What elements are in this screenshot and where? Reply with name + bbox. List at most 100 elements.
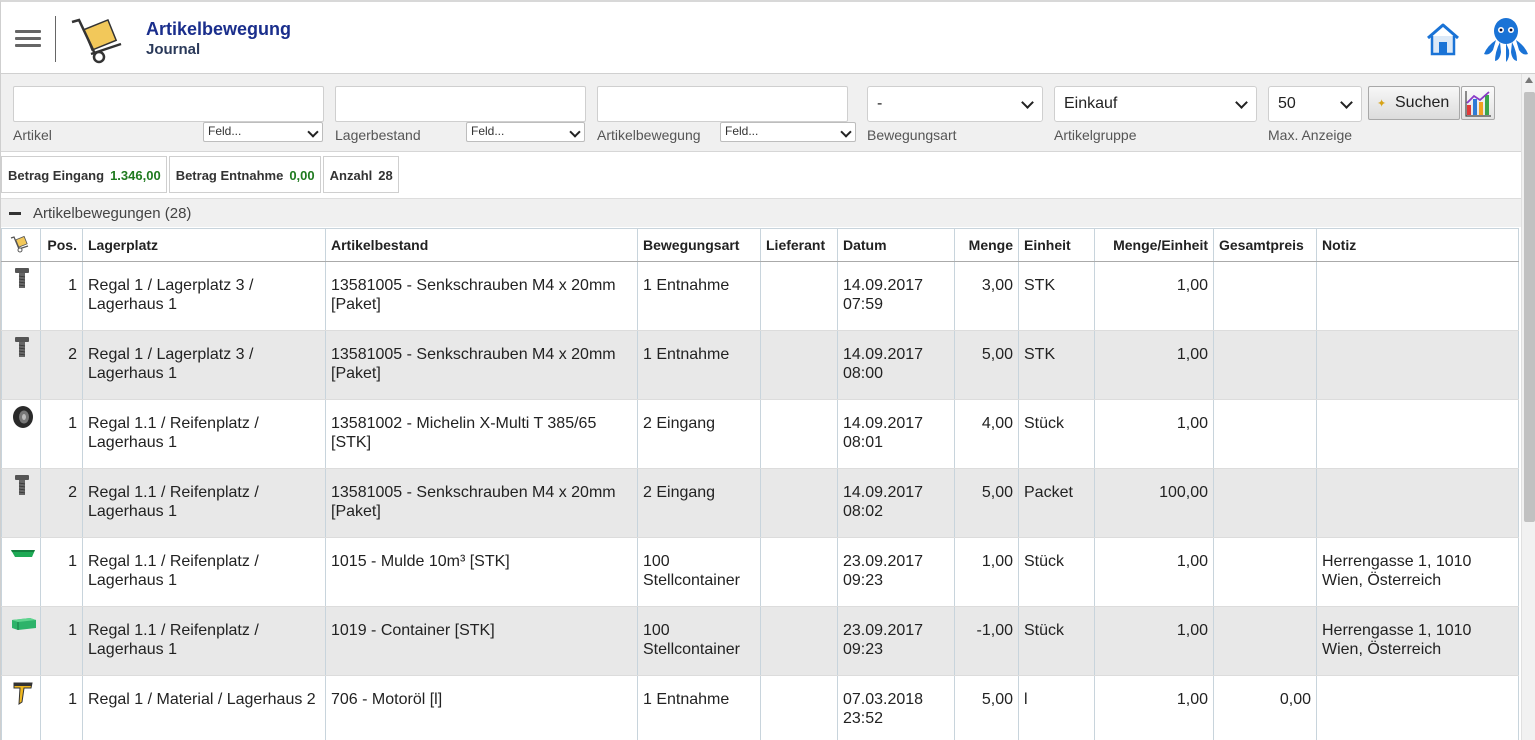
- cell-menge: 1,00: [954, 537, 1019, 607]
- column-header-gesamtpreis[interactable]: Gesamtpreis: [1213, 228, 1317, 262]
- cell-notiz: [1316, 330, 1519, 400]
- column-header-lagerplatz[interactable]: Lagerplatz: [82, 228, 326, 262]
- cell-menge: -1,00: [954, 606, 1019, 676]
- cell-notiz: Herrengasse 1, 1010 Wien, Österreich: [1316, 606, 1519, 676]
- cell-notiz: [1316, 675, 1519, 740]
- cell-einheit: STK: [1018, 330, 1095, 400]
- cell-menge: 5,00: [954, 330, 1019, 400]
- cell-notiz: [1316, 468, 1519, 538]
- cell-datum: 14.09.2017 08:00: [837, 330, 955, 400]
- column-header-menge[interactable]: Menge: [954, 228, 1019, 262]
- vertical-scrollbar[interactable]: [1521, 74, 1535, 740]
- collapse-icon[interactable]: [9, 212, 21, 215]
- artikel-search-input[interactable]: [13, 86, 324, 122]
- group-label: Artikelbewegungen (28): [33, 205, 192, 222]
- row-icon-cell: [1, 537, 41, 607]
- cell-lagerplatz: Regal 1 / Material / Lagerhaus 2: [82, 675, 326, 740]
- table-row[interactable]: 1 Regal 1.1 / Reifenplatz / Lagerhaus 1 10…: [1, 537, 1519, 607]
- summary-eingang: Betrag Eingang 1.346,00: [1, 156, 167, 193]
- column-header-notiz[interactable]: Notiz: [1316, 228, 1519, 262]
- artikelgruppe-label: Artikelgruppe: [1054, 127, 1137, 143]
- cell-einheit: l: [1018, 675, 1095, 740]
- header-divider: [55, 16, 56, 62]
- cell-menge-einheit: 1,00: [1094, 330, 1214, 400]
- cell-datum: 14.09.2017 07:59: [837, 261, 955, 331]
- cell-lagerplatz: Regal 1.1 / Reifenplatz / Lagerhaus 1: [82, 399, 326, 469]
- tire-icon: [10, 404, 36, 430]
- table-row[interactable]: 2 Regal 1.1 / Reifenplatz / Lagerhaus 1 13…: [1, 468, 1519, 538]
- artikel-field-select[interactable]: Feld...: [203, 122, 323, 142]
- container-icon: [10, 611, 36, 637]
- group-header[interactable]: Artikelbewegungen (28): [1, 198, 1521, 227]
- table-row[interactable]: 1 Regal 1.1 / Reifenplatz / Lagerhaus 1 13…: [1, 399, 1519, 469]
- column-header-menge-einheit[interactable]: Menge/Einheit: [1094, 228, 1214, 262]
- oil-icon: [10, 680, 36, 706]
- cell-menge-einheit: 1,00: [1094, 399, 1214, 469]
- anzahl-value: 28: [378, 168, 393, 183]
- cell-gesamtpreis: [1213, 330, 1317, 400]
- column-header-pos[interactable]: Pos.: [40, 228, 83, 262]
- scroll-up-arrow[interactable]: [1525, 77, 1533, 83]
- column-header-bewegungsart[interactable]: Bewegungsart: [637, 228, 761, 262]
- table-row[interactable]: 1 Regal 1.1 / Reifenplatz / Lagerhaus 1 10…: [1, 606, 1519, 676]
- cell-lieferant: [760, 330, 838, 400]
- max-anzeige-label: Max. Anzeige: [1268, 127, 1353, 143]
- column-header-artikelbestand[interactable]: Artikelbestand: [325, 228, 638, 262]
- lagerbestand-search-input[interactable]: [335, 86, 586, 122]
- row-icon-cell: [1, 330, 41, 400]
- movements-table: Pos. Lagerplatz Artikelbestand Bewegungs…: [1, 228, 1519, 740]
- lagerbestand-field-select[interactable]: Feld...: [466, 122, 585, 142]
- summary-anzahl: Anzahl 28: [322, 156, 399, 193]
- cell-gesamtpreis: [1213, 399, 1317, 469]
- cell-artikelbestand: 13581005 - Senkschrauben M4 x 20mm [Pake…: [325, 330, 638, 400]
- octopus-icon[interactable]: [1481, 16, 1531, 64]
- max-anzeige-select[interactable]: 50: [1268, 86, 1362, 122]
- cell-lagerplatz: Regal 1.1 / Reifenplatz / Lagerhaus 1: [82, 537, 326, 607]
- cell-datum: 14.09.2017 08:01: [837, 399, 955, 469]
- column-header-einheit[interactable]: Einheit: [1018, 228, 1095, 262]
- sparkle-icon: ✦: [1377, 98, 1387, 110]
- cell-pos: 1: [40, 606, 83, 676]
- search-button[interactable]: ✦ Suchen: [1368, 86, 1460, 120]
- cell-lagerplatz: Regal 1.1 / Reifenplatz / Lagerhaus 1: [82, 468, 326, 538]
- cell-gesamtpreis: [1213, 468, 1317, 538]
- cell-bewegungsart: 1 Entnahme: [637, 675, 761, 740]
- page-subtitle: Journal: [146, 41, 201, 58]
- cell-lagerplatz: Regal 1 / Lagerplatz 3 / Lagerhaus 1: [82, 330, 326, 400]
- cell-lagerplatz: Regal 1 / Lagerplatz 3 / Lagerhaus 1: [82, 261, 326, 331]
- cell-artikelbestand: 13581005 - Senkschrauben M4 x 20mm [Pake…: [325, 261, 638, 331]
- column-header-lieferant[interactable]: Lieferant: [760, 228, 838, 262]
- cell-pos: 1: [40, 675, 83, 740]
- cell-menge-einheit: 1,00: [1094, 537, 1214, 607]
- scrollbar-thumb[interactable]: [1524, 92, 1535, 522]
- menu-icon[interactable]: [15, 30, 41, 50]
- cell-menge-einheit: 100,00: [1094, 468, 1214, 538]
- column-header-datum[interactable]: Datum: [837, 228, 955, 262]
- artikelbewegung-label: Artikelbewegung: [597, 127, 701, 143]
- cell-artikelbestand: 13581005 - Senkschrauben M4 x 20mm [Pake…: [325, 468, 638, 538]
- cell-menge: 5,00: [954, 468, 1019, 538]
- cell-artikelbestand: 1015 - Mulde 10m³ [STK]: [325, 537, 638, 607]
- artikelgruppe-select[interactable]: Einkauf: [1054, 86, 1257, 122]
- lagerbestand-label: Lagerbestand: [335, 127, 421, 143]
- cell-einheit: STK: [1018, 261, 1095, 331]
- cell-menge-einheit: 1,00: [1094, 675, 1214, 740]
- artikelbewegung-field-select[interactable]: Feld...: [720, 122, 856, 142]
- column-header-icon: [1, 228, 41, 262]
- cell-bewegungsart: 2 Eingang: [637, 399, 761, 469]
- cell-menge: 4,00: [954, 399, 1019, 469]
- cell-notiz: Herrengasse 1, 1010 Wien, Österreich: [1316, 537, 1519, 607]
- chart-button[interactable]: [1461, 86, 1495, 120]
- bewegungsart-select[interactable]: -: [867, 86, 1043, 122]
- cell-notiz: [1316, 261, 1519, 331]
- cell-menge: 3,00: [954, 261, 1019, 331]
- home-icon[interactable]: [1425, 21, 1461, 57]
- table-row[interactable]: 1 Regal 1 / Material / Lagerhaus 2 706 - M…: [1, 675, 1519, 740]
- cell-einheit: Stück: [1018, 399, 1095, 469]
- cell-gesamtpreis: [1213, 606, 1317, 676]
- table-row[interactable]: 1 Regal 1 / Lagerplatz 3 / Lagerhaus 1 135…: [1, 261, 1519, 331]
- cell-lieferant: [760, 537, 838, 607]
- summary-entnahme: Betrag Entnahme 0,00: [168, 156, 321, 193]
- table-row[interactable]: 2 Regal 1 / Lagerplatz 3 / Lagerhaus 1 135…: [1, 330, 1519, 400]
- artikelbewegung-search-input[interactable]: [597, 86, 848, 122]
